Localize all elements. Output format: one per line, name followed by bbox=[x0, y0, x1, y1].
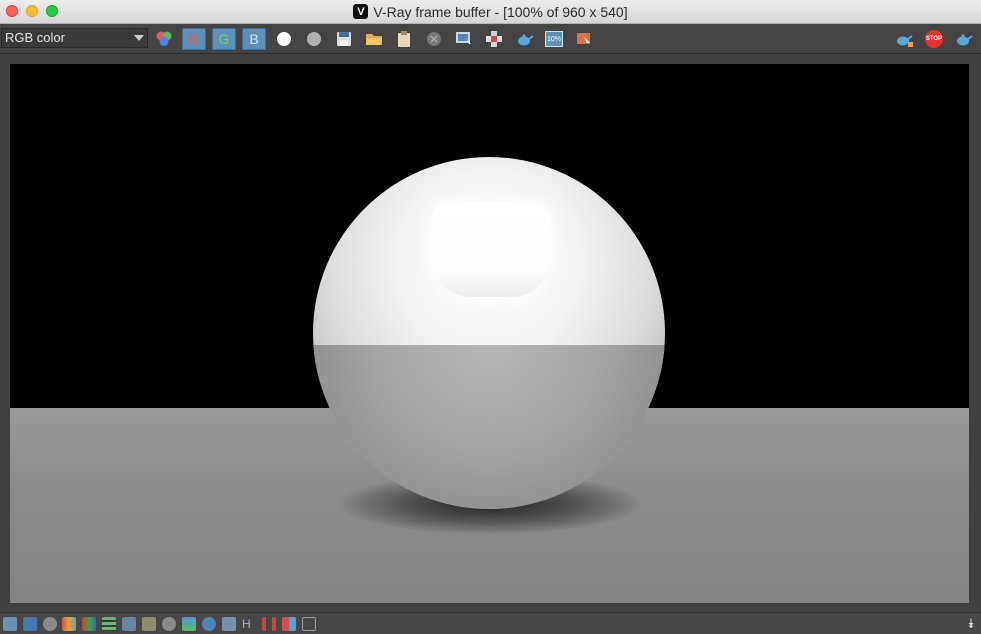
zoom-badge: 10% bbox=[545, 31, 563, 47]
channel-select-value: RGB color bbox=[5, 30, 65, 45]
red-channel-toggle[interactable]: R bbox=[182, 28, 206, 50]
rendered-sphere bbox=[313, 157, 665, 509]
bottom-toolbar: H ⯯ bbox=[0, 612, 981, 634]
history-icon[interactable] bbox=[3, 617, 17, 631]
window-title: V-Ray frame buffer - [100% of 960 x 540] bbox=[373, 3, 628, 20]
clipboard-icon bbox=[398, 31, 410, 47]
pixel-aspect-icon[interactable] bbox=[302, 617, 316, 631]
stop-icon: STOP bbox=[925, 30, 943, 48]
teapot-icon bbox=[518, 34, 533, 46]
clear-image-button[interactable] bbox=[423, 28, 445, 50]
hsl-icon[interactable] bbox=[82, 617, 96, 631]
stop-render-button[interactable]: STOP bbox=[923, 28, 945, 50]
maximize-window-button[interactable] bbox=[46, 5, 58, 17]
cursor-frame-icon bbox=[577, 33, 590, 44]
curve-correction-icon[interactable] bbox=[202, 617, 216, 631]
track-mouse-button[interactable] bbox=[453, 28, 475, 50]
levels-icon[interactable] bbox=[102, 617, 116, 631]
render-button[interactable] bbox=[953, 28, 975, 50]
sphere-floor-reflection bbox=[313, 345, 665, 509]
curves-icon[interactable] bbox=[142, 617, 156, 631]
minimize-window-button[interactable] bbox=[26, 5, 38, 17]
stop-label: STOP bbox=[925, 36, 943, 42]
channel-select[interactable]: RGB color bbox=[1, 28, 148, 48]
save-icon bbox=[337, 32, 351, 46]
vray-logo-icon: V bbox=[353, 4, 369, 19]
close-window-button[interactable] bbox=[6, 5, 18, 17]
background-image-icon[interactable] bbox=[182, 617, 196, 631]
layers-icon[interactable] bbox=[23, 617, 37, 631]
region-render-button[interactable] bbox=[483, 28, 505, 50]
clear-icon bbox=[427, 32, 441, 46]
sphere-specular-highlight bbox=[431, 203, 551, 297]
title-bar: V V-Ray frame buffer - [100% of 960 x 54… bbox=[0, 0, 981, 24]
double-chevron-down-icon[interactable]: ⯯ bbox=[967, 616, 975, 632]
exposure-icon[interactable] bbox=[162, 617, 176, 631]
gray-circle-icon bbox=[307, 32, 321, 46]
monochrome-button[interactable] bbox=[303, 28, 325, 50]
green-channel-toggle[interactable]: G bbox=[212, 28, 236, 50]
folder-icon bbox=[366, 34, 382, 45]
lens-effects-button[interactable] bbox=[573, 28, 595, 50]
zoom-level-button[interactable]: 10% bbox=[543, 28, 565, 50]
view-alpha-button[interactable] bbox=[273, 28, 295, 50]
main-toolbar: RGB color R G B 10% STOP bbox=[0, 24, 981, 54]
teapot-icon bbox=[897, 35, 913, 47]
monitor-cursor-icon bbox=[456, 32, 471, 44]
ab-compare-icon[interactable] bbox=[282, 617, 296, 631]
interactive-render-button[interactable] bbox=[893, 28, 915, 50]
histogram-icon[interactable] bbox=[122, 617, 136, 631]
region-icon bbox=[486, 31, 502, 47]
color-correction-icon[interactable] bbox=[62, 617, 76, 631]
open-image-button[interactable] bbox=[363, 28, 385, 50]
chevron-down-icon[interactable] bbox=[129, 29, 147, 47]
teapot-icon bbox=[957, 34, 973, 46]
h-icon[interactable]: H bbox=[242, 617, 256, 631]
color-channels-button[interactable] bbox=[153, 28, 175, 50]
lut-icon[interactable] bbox=[222, 617, 236, 631]
render-viewport[interactable] bbox=[10, 64, 969, 603]
save-image-button[interactable] bbox=[333, 28, 355, 50]
info-icon[interactable] bbox=[43, 617, 57, 631]
render-last-button[interactable] bbox=[513, 28, 535, 50]
copy-to-clipboard-button[interactable] bbox=[393, 28, 415, 50]
rgb-circles-icon bbox=[156, 31, 172, 46]
white-circle-icon bbox=[277, 32, 291, 46]
window-title-group: V V-Ray frame buffer - [100% of 960 x 54… bbox=[353, 3, 628, 20]
blue-channel-toggle[interactable]: B bbox=[242, 28, 266, 50]
window-controls bbox=[6, 5, 58, 17]
compare-icon[interactable] bbox=[262, 617, 276, 631]
vray-frame-buffer-window: V V-Ray frame buffer - [100% of 960 x 54… bbox=[0, 0, 981, 634]
